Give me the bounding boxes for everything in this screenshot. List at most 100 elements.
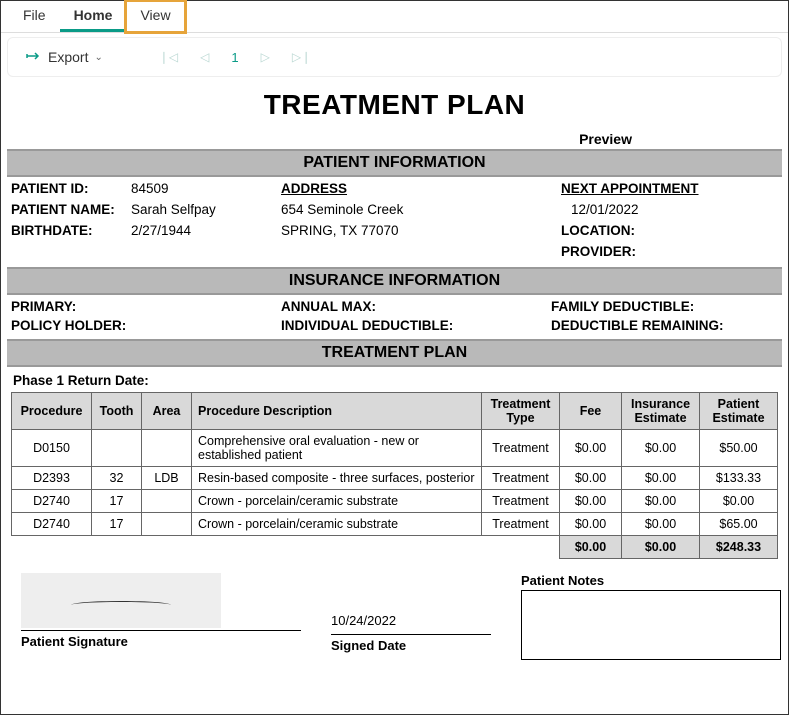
policy-holder-label: POLICY HOLDER: <box>11 318 281 333</box>
preview-label: Preview <box>7 131 782 147</box>
individual-deductible-label: INDIVIDUAL DEDUCTIBLE: <box>281 318 551 333</box>
col-procedure: Procedure <box>12 393 92 430</box>
export-button[interactable]: Export ⌄ <box>20 44 109 71</box>
cell-fee: $0.00 <box>560 490 622 513</box>
patient-id-label: PATIENT ID: <box>11 181 131 196</box>
cell-description: Resin-based composite - three surfaces, … <box>192 467 482 490</box>
cell-type: Treatment <box>482 467 560 490</box>
tab-view[interactable]: View <box>126 1 184 32</box>
cell-insurance: $0.00 <box>622 490 700 513</box>
section-treatment-plan: TREATMENT PLAN <box>7 339 782 367</box>
cell-tooth <box>92 430 142 467</box>
table-row: D274017 Crown - porcelain/ceramic substra… <box>12 490 778 513</box>
signed-date: 10/24/2022 <box>331 573 491 628</box>
cell-type: Treatment <box>482 513 560 536</box>
cell-procedure: D2740 <box>12 490 92 513</box>
signature-scribble <box>71 601 171 609</box>
insurance-grid: PRIMARY: ANNUAL MAX: FAMILY DEDUCTIBLE: … <box>7 295 782 339</box>
cell-area <box>142 490 192 513</box>
signature-row: Patient Signature 10/24/2022 Signed Date… <box>7 559 782 660</box>
table-row: D0150 Comprehensive oral evaluation - new… <box>12 430 778 467</box>
cell-procedure: D0150 <box>12 430 92 467</box>
col-fee: Fee <box>560 393 622 430</box>
cell-description: Crown - porcelain/ceramic substrate <box>192 490 482 513</box>
cell-patient: $50.00 <box>700 430 778 467</box>
total-patient: $248.33 <box>700 536 778 559</box>
pager-next-icon[interactable]: ▷ <box>261 50 270 64</box>
toolbar: Export ⌄ ❘◁ ◁ 1 ▷ ▷❘ <box>7 37 782 77</box>
pager-page[interactable]: 1 <box>231 50 238 65</box>
ribbon-tabs: File Home View <box>1 1 788 33</box>
cell-description: Crown - porcelain/ceramic substrate <box>192 513 482 536</box>
tab-home[interactable]: Home <box>60 1 127 32</box>
table-total-row: $0.00 $0.00 $248.33 <box>12 536 778 559</box>
next-appt-date: 12/01/2022 <box>561 202 778 217</box>
cell-insurance: $0.00 <box>622 467 700 490</box>
export-label: Export <box>48 49 88 65</box>
pager-first-icon[interactable]: ❘◁ <box>159 50 178 64</box>
cell-area: LDB <box>142 467 192 490</box>
location-label: LOCATION: <box>561 223 778 238</box>
pager: ❘◁ ◁ 1 ▷ ▷❘ <box>159 50 311 65</box>
cell-area <box>142 513 192 536</box>
col-description: Procedure Description <box>192 393 482 430</box>
chevron-down-icon: ⌄ <box>94 52 102 63</box>
primary-label: PRIMARY: <box>11 299 281 314</box>
cell-fee: $0.00 <box>560 513 622 536</box>
page-title: TREATMENT PLAN <box>7 89 782 121</box>
cell-fee: $0.00 <box>560 430 622 467</box>
cell-type: Treatment <box>482 490 560 513</box>
signed-date-label: Signed Date <box>331 638 491 653</box>
pager-last-icon[interactable]: ▷❘ <box>292 50 311 64</box>
col-type: Treatment Type <box>482 393 560 430</box>
cell-description: Comprehensive oral evaluation - new or e… <box>192 430 482 467</box>
total-insurance: $0.00 <box>622 536 700 559</box>
table-row: D239332LDBResin-based composite - three … <box>12 467 778 490</box>
cell-fee: $0.00 <box>560 467 622 490</box>
tab-file[interactable]: File <box>9 1 60 32</box>
address-header: ADDRESS <box>281 181 561 196</box>
cell-insurance: $0.00 <box>622 430 700 467</box>
patient-notes-label: Patient Notes <box>521 573 781 588</box>
signature-box[interactable] <box>21 573 221 628</box>
cell-tooth: 32 <box>92 467 142 490</box>
cell-procedure: D2740 <box>12 513 92 536</box>
cell-type: Treatment <box>482 430 560 467</box>
cell-patient: $65.00 <box>700 513 778 536</box>
patient-name: Sarah Selfpay <box>131 202 281 217</box>
col-insurance: Insurance Estimate <box>622 393 700 430</box>
treatment-table: Procedure Tooth Area Procedure Descripti… <box>11 392 778 559</box>
address-line2: SPRING, TX 77070 <box>281 223 561 238</box>
next-appt-header: NEXT APPOINTMENT <box>561 181 778 196</box>
deductible-remaining-label: DEDUCTIBLE REMAINING: <box>551 318 778 333</box>
address-line1: 654 Seminole Creek <box>281 202 561 217</box>
patient-notes-box[interactable] <box>521 590 781 660</box>
cell-tooth: 17 <box>92 513 142 536</box>
cell-procedure: D2393 <box>12 467 92 490</box>
pager-prev-icon[interactable]: ◁ <box>200 50 209 64</box>
section-insurance-info: INSURANCE INFORMATION <box>7 267 782 295</box>
signature-label: Patient Signature <box>21 634 301 649</box>
col-patient: Patient Estimate <box>700 393 778 430</box>
cell-tooth: 17 <box>92 490 142 513</box>
patient-info-grid: PATIENT ID: 84509 ADDRESS NEXT APPOINTME… <box>7 177 782 267</box>
patient-id: 84509 <box>131 181 281 196</box>
birthdate: 2/27/1944 <box>131 223 281 238</box>
phase-label: Phase 1 Return Date: <box>7 367 782 392</box>
export-icon <box>26 48 42 67</box>
cell-insurance: $0.00 <box>622 513 700 536</box>
col-area: Area <box>142 393 192 430</box>
patient-name-label: PATIENT NAME: <box>11 202 131 217</box>
cell-patient: $133.33 <box>700 467 778 490</box>
provider-label: PROVIDER: <box>561 244 778 259</box>
cell-patient: $0.00 <box>700 490 778 513</box>
col-tooth: Tooth <box>92 393 142 430</box>
annual-max-label: ANNUAL MAX: <box>281 299 551 314</box>
total-fee: $0.00 <box>560 536 622 559</box>
section-patient-info: PATIENT INFORMATION <box>7 149 782 177</box>
cell-area <box>142 430 192 467</box>
family-deductible-label: FAMILY DEDUCTIBLE: <box>551 299 778 314</box>
birthdate-label: BIRTHDATE: <box>11 223 131 238</box>
document: TREATMENT PLAN Preview PATIENT INFORMATI… <box>1 77 788 660</box>
table-row: D274017 Crown - porcelain/ceramic substra… <box>12 513 778 536</box>
